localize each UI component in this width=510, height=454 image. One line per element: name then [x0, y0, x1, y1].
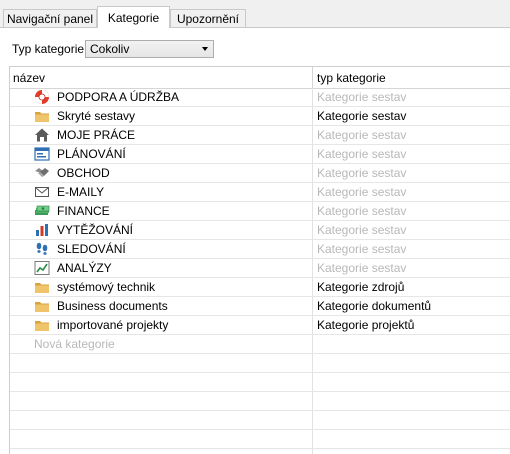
table-row[interactable]: OBCHOD Kategorie sestav	[10, 164, 510, 183]
empty-row	[10, 354, 510, 373]
table-row[interactable]: ANALÝZY Kategorie sestav	[10, 259, 510, 278]
categories-grid: název typ kategorie PODPORA A ÚDRŽBA Kate…	[9, 66, 510, 454]
bar-chart-icon	[34, 222, 50, 238]
table-row[interactable]: Skryté sestavy Kategorie sestav	[10, 107, 510, 126]
line-chart-icon	[34, 260, 50, 276]
cell-category-type[interactable]: Kategorie zdrojů	[312, 278, 510, 296]
column-divider	[312, 335, 313, 353]
table-row[interactable]: Business documents Kategorie dokumentů	[10, 297, 510, 316]
category-name: FINANCE	[57, 204, 110, 218]
column-divider	[312, 392, 313, 410]
table-row[interactable]: FINANCE Kategorie sestav	[10, 202, 510, 221]
column-divider	[312, 449, 313, 454]
category-name: E-MAILY	[57, 185, 105, 199]
table-row[interactable]: importované projekty Kategorie projektů	[10, 316, 510, 335]
category-name: systémový technik	[57, 280, 156, 294]
table-row[interactable]: PODPORA A ÚDRŽBA Kategorie sestav	[10, 88, 510, 107]
cell-name[interactable]: MOJE PRÁCE	[10, 126, 312, 144]
category-name: OBCHOD	[57, 166, 110, 180]
category-name: MOJE PRÁCE	[57, 128, 136, 142]
column-divider	[312, 411, 313, 429]
cell-category-type[interactable]: Kategorie sestav	[312, 88, 510, 106]
lifebuoy-icon	[34, 89, 50, 105]
cell-category-type[interactable]: Kategorie sestav	[312, 107, 510, 125]
cell-category-type[interactable]: Kategorie sestav	[312, 145, 510, 163]
empty-row	[10, 411, 510, 430]
folder-icon	[34, 298, 50, 314]
grid-header: název typ kategorie	[10, 67, 510, 89]
cell-name[interactable]: PLÁNOVÁNÍ	[10, 145, 312, 163]
table-row[interactable]: SLEDOVÁNÍ Kategorie sestav	[10, 240, 510, 259]
cell-name[interactable]: systémový technik	[10, 278, 312, 296]
empty-row	[10, 373, 510, 392]
new-category-placeholder: Nová kategorie	[34, 337, 115, 351]
cell-name[interactable]: importované projekty	[10, 316, 312, 334]
category-name: ANALÝZY	[57, 261, 112, 275]
cell-name[interactable]: Business documents	[10, 297, 312, 315]
table-row[interactable]: E-MAILY Kategorie sestav	[10, 183, 510, 202]
category-name: Skryté sestavy	[57, 109, 136, 123]
cell-name[interactable]: OBCHOD	[10, 164, 312, 182]
tab-navigation-panel[interactable]: Navigační panel	[3, 9, 97, 27]
cell-category-type[interactable]: Kategorie sestav	[312, 221, 510, 239]
category-name: SLEDOVÁNÍ	[57, 242, 126, 256]
house-icon	[34, 127, 50, 143]
category-name: PODPORA A ÚDRŽBA	[57, 90, 180, 104]
column-divider	[312, 373, 313, 391]
tab-alerts[interactable]: Upozornění	[170, 9, 246, 27]
column-divider	[312, 354, 313, 372]
money-stack-icon	[34, 203, 50, 219]
cell-category-type[interactable]: Kategorie dokumentů	[312, 297, 510, 315]
empty-row	[10, 449, 510, 454]
cell-category-type[interactable]: Kategorie sestav	[312, 240, 510, 258]
folder-icon	[34, 317, 50, 333]
category-name: Business documents	[57, 299, 168, 313]
cell-category-type[interactable]: Kategorie sestav	[312, 183, 510, 201]
column-header-name[interactable]: název	[13, 71, 45, 85]
envelope-icon	[34, 184, 50, 200]
column-header-category-type[interactable]: typ kategorie	[317, 71, 386, 85]
tab-categories[interactable]: Kategorie	[97, 6, 170, 28]
table-row[interactable]: PLÁNOVÁNÍ Kategorie sestav	[10, 145, 510, 164]
empty-row	[10, 430, 510, 449]
tab-bar: Navigační panel Kategorie Upozornění	[0, 0, 510, 28]
cell-name[interactable]: ANALÝZY	[10, 259, 312, 277]
cell-category-type[interactable]: Kategorie sestav	[312, 202, 510, 220]
table-row[interactable]: VYTĚŽOVÁNÍ Kategorie sestav	[10, 221, 510, 240]
handshake-icon	[34, 165, 50, 181]
cell-category-type[interactable]: Kategorie sestav	[312, 126, 510, 144]
empty-row	[10, 392, 510, 411]
category-name: PLÁNOVÁNÍ	[57, 147, 126, 161]
cell-category-type[interactable]: Kategorie sestav	[312, 164, 510, 182]
table-row[interactable]: MOJE PRÁCE Kategorie sestav	[10, 126, 510, 145]
column-divider	[312, 430, 313, 448]
footprints-icon	[34, 241, 50, 257]
folder-icon	[34, 279, 50, 295]
cell-category-type[interactable]: Kategorie sestav	[312, 259, 510, 277]
cell-name[interactable]: FINANCE	[10, 202, 312, 220]
cell-name[interactable]: PODPORA A ÚDRŽBA	[10, 88, 312, 106]
new-category-row[interactable]: Nová kategorie	[10, 335, 510, 354]
cell-name[interactable]: E-MAILY	[10, 183, 312, 201]
dropdown-arrow-icon	[202, 47, 208, 51]
category-name: VYTĚŽOVÁNÍ	[57, 223, 134, 237]
grid-rows: PODPORA A ÚDRŽBA Kategorie sestav Skryté s…	[10, 88, 510, 454]
category-type-selected-value: Cokoliv	[90, 42, 130, 56]
cell-name[interactable]: Skryté sestavy	[10, 107, 312, 125]
cell-name[interactable]: SLEDOVÁNÍ	[10, 240, 312, 258]
column-divider[interactable]	[312, 67, 313, 88]
table-row[interactable]: systémový technik Kategorie zdrojů	[10, 278, 510, 297]
cell-category-type[interactable]: Kategorie projektů	[312, 316, 510, 334]
category-type-label: Typ kategorie:	[12, 42, 88, 56]
category-type-dropdown[interactable]: Cokoliv	[85, 40, 214, 58]
folder-icon	[34, 108, 50, 124]
cell-name[interactable]: VYTĚŽOVÁNÍ	[10, 221, 312, 239]
planning-board-icon	[34, 146, 50, 162]
category-name: importované projekty	[57, 318, 169, 332]
